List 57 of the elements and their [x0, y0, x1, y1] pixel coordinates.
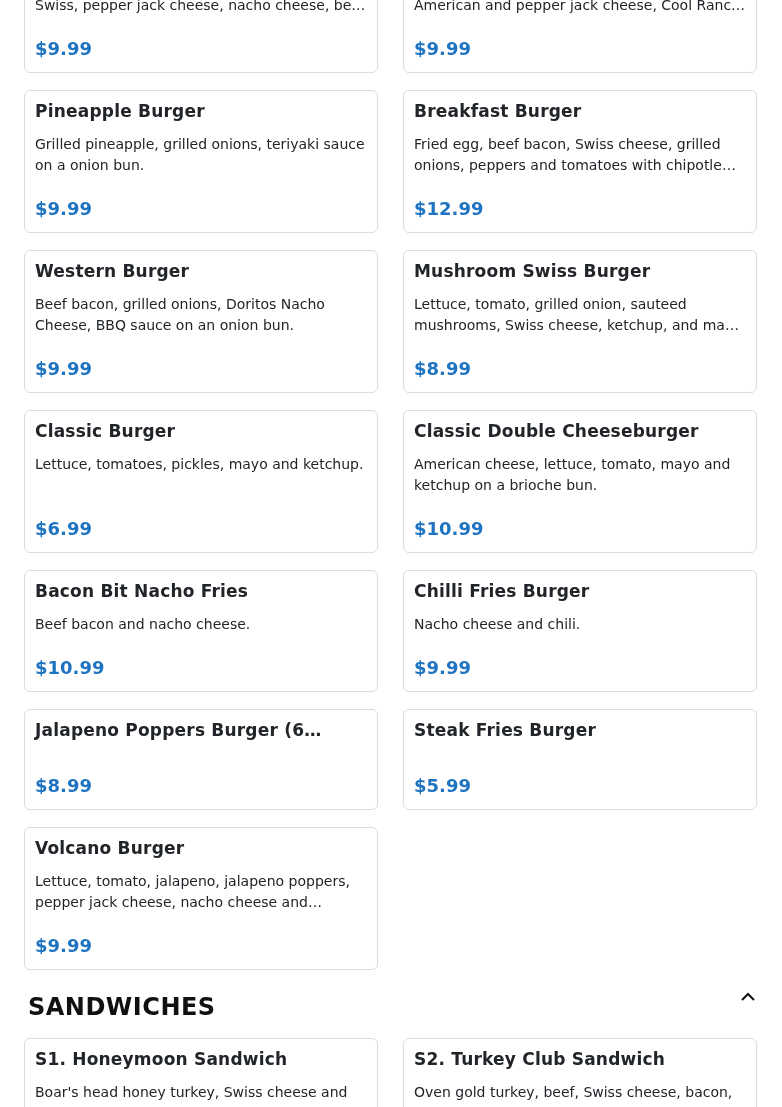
- item-name: Jalapeno Poppers Burger (6…: [35, 719, 323, 741]
- menu-item-card[interactable]: Western Burger Beef bacon, grilled onions, Doritos Nacho Cheese, BBQ sauce on an onion bun. $9.99: [24, 250, 378, 393]
- item-name: Western Burger: [35, 260, 191, 282]
- item-price: $9.99: [35, 934, 93, 957]
- item-name: Pineapple Burger: [35, 100, 206, 122]
- item-price: $6.99: [35, 517, 93, 540]
- chevron-up-icon: [741, 992, 755, 1001]
- item-description: Boar's head honey turkey, Swiss cheese and: [35, 1083, 349, 1102]
- item-name: Classic Burger: [35, 420, 177, 442]
- menu-item-card[interactable]: Pineapple Burger Grilled pineapple, grilled onions, teriyaki sauce on a onion bun. $9.99: [24, 90, 378, 233]
- menu-item-card[interactable]: Mushroom Swiss Burger Lettuce, tomato, grilled onion, sauteed mushrooms, Swiss cheese, ketchup, and ma… $8.99: [403, 250, 757, 393]
- menu-item-card[interactable]: Steak Fries Burger $5.99: [403, 709, 757, 810]
- menu-item-card[interactable]: Chilli Fries Burger Nacho cheese and chili. $9.99: [403, 570, 757, 692]
- item-description: Grilled pineapple, grilled onions, teriyaki sauce on a onion bun.: [35, 135, 366, 175]
- item-price: $9.99: [414, 37, 472, 60]
- item-price: $10.99: [35, 656, 106, 679]
- item-price: $8.99: [35, 774, 93, 797]
- menu-item-card[interactable]: Breakfast Burger Fried egg, beef bacon, Swiss cheese, grilled onions, peppers and tomatoes with chipotle… $12.99: [403, 90, 757, 233]
- item-price: $5.99: [414, 774, 472, 797]
- item-description: American and pepper jack cheese, Cool Ranc…: [414, 0, 746, 15]
- menu-item-card[interactable]: Jalapeno Poppers Burger (6… $8.99: [24, 709, 378, 810]
- item-description: American cheese, lettuce, tomato, mayo and ketchup on a brioche bun.: [414, 455, 732, 495]
- menu-item-card[interactable]: Classic Double Cheeseburger American cheese, lettuce, tomato, mayo and ketchup on a brioche bun. $10.99: [403, 410, 757, 553]
- menu-item-card[interactable]: Bacon Bit Nacho Fries Beef bacon and nacho cheese. $10.99: [24, 570, 378, 692]
- collapse-toggle[interactable]: [739, 992, 757, 1001]
- item-description: Fried egg, beef bacon, Swiss cheese, grilled onions, peppers and tomatoes with chipotle…: [414, 135, 737, 175]
- menu-item-card[interactable]: American and pepper jack cheese, Cool Ranc… $9.99: [403, 0, 757, 73]
- item-description: Nacho cheese and chili.: [414, 615, 582, 634]
- item-description: Beef bacon and nacho cheese.: [35, 615, 252, 634]
- item-price: $9.99: [35, 357, 93, 380]
- item-name: S2. Turkey Club Sandwich: [414, 1048, 667, 1070]
- item-price: $9.99: [414, 656, 472, 679]
- item-name: Classic Double Cheeseburger: [414, 420, 700, 442]
- section-title: SANDWICHES: [28, 992, 216, 1022]
- item-name: Breakfast Burger: [414, 100, 583, 122]
- item-name: Steak Fries Burger: [414, 719, 598, 741]
- item-name: Mushroom Swiss Burger: [414, 260, 652, 282]
- item-description: Oven gold turkey, beef, Swiss cheese, bacon,: [414, 1083, 734, 1102]
- item-price: $9.99: [35, 37, 93, 60]
- item-description: Lettuce, tomatoes, pickles, mayo and ketchup.: [35, 455, 365, 474]
- menu-item-card[interactable]: Volcano Burger Lettuce, tomato, jalapeno, jalapeno poppers, pepper jack cheese, nacho cheese and… $9.99: [24, 827, 378, 970]
- item-description: Lettuce, tomato, grilled onion, sauteed mushrooms, Swiss cheese, ketchup, and ma…: [414, 295, 740, 335]
- item-description: Swiss, pepper jack cheese, nacho cheese, be…: [35, 0, 367, 15]
- item-name: Volcano Burger: [35, 837, 186, 859]
- item-description: Beef bacon, grilled onions, Doritos Nacho Cheese, BBQ sauce on an onion bun.: [35, 295, 326, 335]
- item-name: Chilli Fries Burger: [414, 580, 591, 602]
- item-description: Lettuce, tomato, jalapeno, jalapeno poppers, pepper jack cheese, nacho cheese and…: [35, 872, 351, 912]
- menu-item-card[interactable]: S1. Honeymoon Sandwich Boar's head honey turkey, Swiss cheese and: [24, 1038, 378, 1107]
- item-name: Bacon Bit Nacho Fries: [35, 580, 250, 602]
- item-price: $8.99: [414, 357, 472, 380]
- menu-item-card[interactable]: S2. Turkey Club Sandwich Oven gold turkey, beef, Swiss cheese, bacon,: [403, 1038, 757, 1107]
- item-price: $9.99: [35, 197, 93, 220]
- item-name: S1. Honeymoon Sandwich: [35, 1048, 289, 1070]
- item-price: $10.99: [414, 517, 485, 540]
- menu-item-card[interactable]: Classic Burger Lettuce, tomatoes, pickles, mayo and ketchup. $6.99: [24, 410, 378, 553]
- item-price: $12.99: [414, 197, 485, 220]
- menu-item-card[interactable]: Swiss, pepper jack cheese, nacho cheese, be… $9.99: [24, 0, 378, 73]
